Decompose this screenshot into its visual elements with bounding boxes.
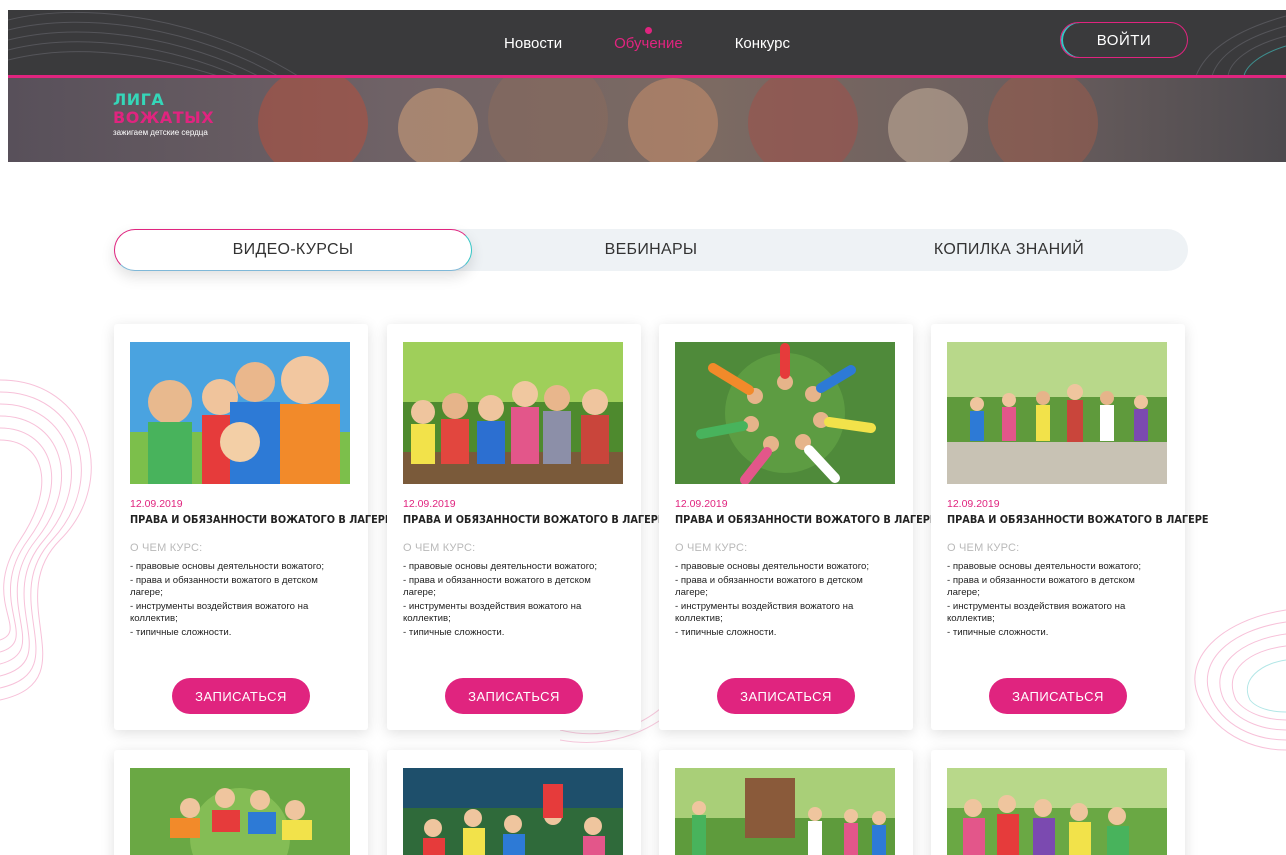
course-photo	[675, 342, 895, 484]
course-photo	[675, 768, 895, 855]
site-header: Новости Обучение Конкурс ВОЙТИ	[8, 10, 1286, 76]
course-about-heading: О ЧЕМ КУРС:	[403, 542, 476, 554]
course-card	[387, 750, 641, 855]
course-date: 12.09.2019	[947, 498, 1000, 510]
course-photo	[130, 768, 350, 855]
list-item: - инструменты воздействия вожатого на ко…	[130, 601, 309, 624]
enroll-button[interactable]: ЗАПИСАТЬСЯ	[445, 678, 583, 714]
course-about-heading: О ЧЕМ КУРС:	[130, 542, 203, 554]
course-photo	[947, 768, 1167, 855]
course-topics-list: - правовые основы деятельности вожатого;…	[947, 561, 1169, 641]
course-card	[114, 750, 368, 855]
nav-item-news[interactable]: Новости	[478, 10, 588, 76]
list-item: - права и обязанности вожатого в детском…	[130, 575, 318, 598]
nav-item-contest[interactable]: Конкурс	[709, 10, 816, 76]
hero-photo-decor	[398, 88, 478, 162]
enroll-button[interactable]: ЗАПИСАТЬСЯ	[989, 678, 1127, 714]
list-item: - права и обязанности вожатого в детском…	[403, 575, 591, 598]
list-item: - инструменты воздействия вожатого на ко…	[403, 601, 582, 624]
hero-photo-decor	[988, 78, 1098, 162]
list-item: - правовые основы деятельности вожатого;	[947, 561, 1142, 572]
list-item: - правовые основы деятельности вожатого;	[675, 561, 870, 572]
hero-photo-decor	[748, 78, 858, 162]
course-card	[931, 750, 1185, 855]
course-card: 12.09.2019 ПРАВА И ОБЯЗАННОСТИ ВОЖАТОГО …	[114, 324, 392, 730]
tab-video-courses[interactable]: ВИДЕО-КУРСЫ	[114, 229, 472, 271]
course-photo	[403, 768, 623, 855]
course-topics-list: - правовые основы деятельности вожатого;…	[675, 561, 897, 641]
course-card: 12.09.2019 ПРАВА И ОБЯЗАННОСТИ ВОЖАТОГО …	[387, 324, 665, 730]
list-item: - правовые основы деятельности вожатого;	[403, 561, 598, 572]
nav-item-news-label: Новости	[504, 34, 563, 52]
tab-video-courses-label: ВИДЕО-КУРСЫ	[232, 241, 354, 258]
list-item: - инструменты воздействия вожатого на ко…	[675, 601, 854, 624]
hero-photo-decor	[888, 88, 968, 162]
course-photo	[947, 342, 1167, 484]
hero-photo-decor	[258, 78, 368, 162]
course-topics-list: - правовые основы деятельности вожатого;…	[130, 561, 352, 641]
list-item: - правовые основы деятельности вожатого;	[130, 561, 325, 572]
course-date: 12.09.2019	[675, 498, 728, 510]
course-photo	[403, 342, 623, 484]
hero-photo-decor	[628, 78, 718, 162]
list-item: - типичные сложности.	[130, 627, 232, 638]
course-date: 12.09.2019	[130, 498, 183, 510]
list-item: - инструменты воздействия вожатого на ко…	[947, 601, 1126, 624]
list-item: - права и обязанности вожатого в детском…	[947, 575, 1135, 598]
tab-webinars[interactable]: ВЕБИНАРЫ	[472, 229, 830, 271]
course-title: ПРАВА И ОБЯЗАННОСТИ ВОЖАТОГО В ЛАГЕРЕ	[675, 514, 937, 526]
active-indicator-dot	[645, 27, 653, 34]
logo-line-2: ВОЖАТЫХ	[113, 108, 215, 127]
nav-item-learning-label: Обучение	[614, 34, 683, 52]
login-button[interactable]: ВОЙТИ	[1060, 22, 1188, 58]
tab-knowledge-bank[interactable]: КОПИЛКА ЗНАНИЙ	[830, 229, 1188, 271]
course-photo	[130, 342, 350, 484]
enroll-button[interactable]: ЗАПИСАТЬСЯ	[717, 678, 855, 714]
hero-photo-decor	[488, 78, 608, 162]
nav-item-contest-label: Конкурс	[734, 34, 790, 52]
course-about-heading: О ЧЕМ КУРС:	[947, 542, 1020, 554]
course-card	[659, 750, 913, 855]
course-card: 12.09.2019 ПРАВА И ОБЯЗАННОСТИ ВОЖАТОГО …	[659, 324, 937, 730]
tab-knowledge-bank-label: КОПИЛКА ЗНАНИЙ	[933, 241, 1085, 258]
site-logo[interactable]: ЛИГА ВОЖАТЫХ зажигаем детские сердца	[113, 92, 214, 137]
nav-item-learning[interactable]: Обучение	[588, 10, 709, 76]
course-title: ПРАВА И ОБЯЗАННОСТИ ВОЖАТОГО В ЛАГЕРЕ	[947, 514, 1209, 526]
course-about-heading: О ЧЕМ КУРС:	[675, 542, 748, 554]
logo-tagline: зажигаем детские сердца	[113, 128, 208, 137]
course-title: ПРАВА И ОБЯЗАННОСТИ ВОЖАТОГО В ЛАГЕРЕ	[403, 514, 665, 526]
list-item: - типичные сложности.	[403, 627, 505, 638]
list-item: - права и обязанности вожатого в детском…	[675, 575, 863, 598]
list-item: - типичные сложности.	[675, 627, 777, 638]
course-date: 12.09.2019	[403, 498, 456, 510]
logo-line-1: ЛИГА	[113, 90, 165, 109]
hero-banner: ЛИГА ВОЖАТЫХ зажигаем детские сердца	[8, 78, 1286, 162]
course-title: ПРАВА И ОБЯЗАННОСТИ ВОЖАТОГО В ЛАГЕРЕ	[130, 514, 392, 526]
course-type-tabs: ВИДЕО-КУРСЫ ВЕБИНАРЫ КОПИЛКА ЗНАНИЙ	[114, 229, 1188, 271]
course-card: 12.09.2019 ПРАВА И ОБЯЗАННОСТИ ВОЖАТОГО …	[931, 324, 1209, 730]
enroll-button[interactable]: ЗАПИСАТЬСЯ	[172, 678, 310, 714]
tab-webinars-label: ВЕБИНАРЫ	[604, 241, 698, 258]
list-item: - типичные сложности.	[947, 627, 1049, 638]
course-topics-list: - правовые основы деятельности вожатого;…	[403, 561, 625, 641]
